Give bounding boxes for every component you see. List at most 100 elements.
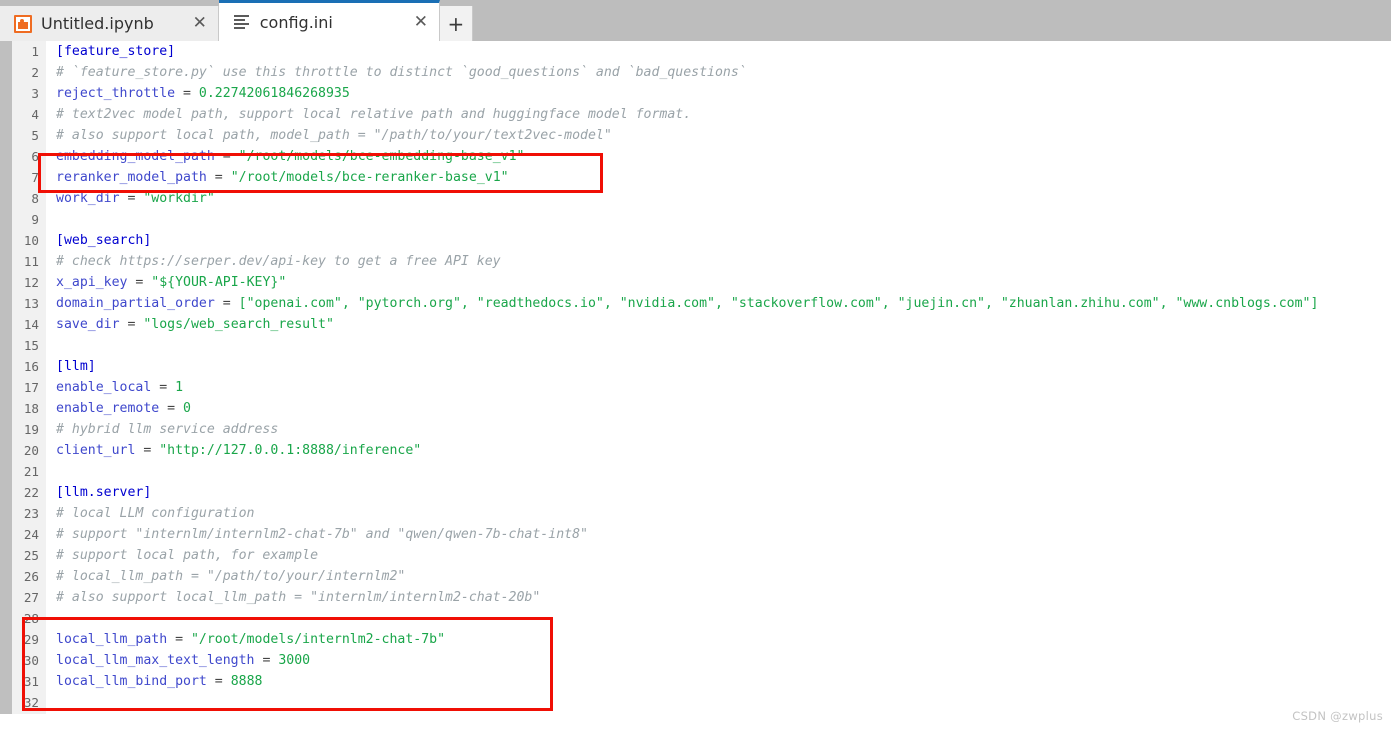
tab-untitled-ipynb[interactable]: Untitled.ipynb ✕: [0, 6, 219, 41]
code-line[interactable]: 5 # also support local path, model_path =…: [12, 125, 1391, 146]
code-editor[interactable]: 1 [feature_store] 2 # `feature_store.py` us…: [0, 41, 1391, 714]
tab-config-ini[interactable]: config.ini ✕: [218, 0, 440, 41]
token-val: "/root/models/bce-reranker-base_v1": [230, 170, 509, 185]
code-text[interactable]: domain_partial_order = ["openai.com", "p…: [46, 293, 1318, 314]
close-icon[interactable]: ✕: [403, 13, 439, 31]
code-line[interactable]: 14 save_dir = "logs/web_search_result": [12, 314, 1391, 335]
code-line[interactable]: 24 # support "internlm/internlm2-chat-7b"…: [12, 524, 1391, 545]
code-text[interactable]: # `feature_store.py` use this throttle t…: [46, 62, 747, 83]
code-text[interactable]: # also support local_llm_path = "internl…: [46, 587, 540, 608]
code-text[interactable]: embedding_model_path = "/root/models/bce…: [46, 146, 524, 167]
code-line[interactable]: 30 local_llm_max_text_length = 3000: [12, 650, 1391, 671]
line-number: 25: [23, 548, 39, 563]
code-line[interactable]: 21: [12, 461, 1391, 482]
code-text[interactable]: # support local path, for example: [46, 545, 318, 566]
code-text[interactable]: enable_remote = 0: [46, 398, 191, 419]
code-line[interactable]: 2 # `feature_store.py` use this throttle …: [12, 62, 1391, 83]
code-line[interactable]: 15: [12, 335, 1391, 356]
code-text[interactable]: [feature_store]: [46, 41, 175, 62]
code-line[interactable]: 27 # also support local_llm_path = "inter…: [12, 587, 1391, 608]
token-key: local_llm_bind_port: [56, 674, 207, 689]
code-line[interactable]: 10 [web_search]: [12, 230, 1391, 251]
code-line[interactable]: 7 reranker_model_path = "/root/models/bce…: [12, 167, 1391, 188]
code-line[interactable]: 20 client_url = "http://127.0.0.1:8888/in…: [12, 440, 1391, 461]
code-line[interactable]: 18 enable_remote = 0: [12, 398, 1391, 419]
code-line[interactable]: 9: [12, 209, 1391, 230]
code-line[interactable]: 22 [llm.server]: [12, 482, 1391, 503]
token-eq: =: [159, 401, 184, 416]
token-comment: # text2vec model path, support local rel…: [56, 107, 692, 122]
code-text[interactable]: [llm.server]: [46, 482, 151, 503]
code-text[interactable]: reranker_model_path = "/root/models/bce-…: [46, 167, 509, 188]
token-eq: =: [206, 674, 231, 689]
token-section: [llm.server]: [56, 485, 152, 500]
token-num: 1: [175, 380, 184, 395]
line-number: 29: [23, 632, 39, 647]
token-comment: # local_llm_path = "/path/to/your/intern…: [56, 569, 406, 584]
watermark: CSDN @zwplus: [1292, 709, 1383, 723]
code-line[interactable]: 13 domain_partial_order = ["openai.com", …: [12, 293, 1391, 314]
close-icon[interactable]: ✕: [182, 15, 218, 32]
token-key: local_llm_path: [56, 632, 168, 647]
code-text[interactable]: save_dir = "logs/web_search_result": [46, 314, 334, 335]
code-line[interactable]: 4 # text2vec model path, support local re…: [12, 104, 1391, 125]
code-text[interactable]: [llm]: [46, 356, 96, 377]
code-text[interactable]: # text2vec model path, support local rel…: [46, 104, 691, 125]
new-tab-button[interactable]: +: [439, 6, 473, 41]
code-line[interactable]: 31 local_llm_bind_port = 8888: [12, 671, 1391, 692]
code-line[interactable]: 23 # local LLM configuration: [12, 503, 1391, 524]
token-num: 8888: [230, 674, 263, 689]
token-section: [llm]: [56, 359, 96, 374]
line-number: 2: [31, 65, 39, 80]
line-number: 31: [23, 674, 39, 689]
code-text[interactable]: # support "internlm/internlm2-chat-7b" a…: [46, 524, 588, 545]
code-line[interactable]: 6 embedding_model_path = "/root/models/bc…: [12, 146, 1391, 167]
line-number: 7: [31, 170, 39, 185]
code-text[interactable]: local_llm_path = "/root/models/internlm2…: [46, 629, 445, 650]
code-line[interactable]: 26 # local_llm_path = "/path/to/your/inte…: [12, 566, 1391, 587]
line-number: 12: [23, 275, 39, 290]
token-val: "/root/models/internlm2-chat-7b": [190, 632, 446, 647]
code-line[interactable]: 3 reject_throttle = 0.22742061846268935: [12, 83, 1391, 104]
line-number: 5: [31, 128, 39, 143]
code-line[interactable]: 17 enable_local = 1: [12, 377, 1391, 398]
token-eq: =: [214, 149, 239, 164]
code-text[interactable]: # hybrid llm service address: [46, 419, 278, 440]
token-key: x_api_key: [56, 275, 128, 290]
code-line[interactable]: 19 # hybrid llm service address: [12, 419, 1391, 440]
code-text[interactable]: enable_local = 1: [46, 377, 183, 398]
code-text[interactable]: client_url = "http://127.0.0.1:8888/infe…: [46, 440, 421, 461]
code-line[interactable]: 16 [llm]: [12, 356, 1391, 377]
code-text[interactable]: local_llm_bind_port = 8888: [46, 671, 262, 692]
code-line[interactable]: 11 # check https://serper.dev/api-key to …: [12, 251, 1391, 272]
code-line[interactable]: 8 work_dir = "workdir": [12, 188, 1391, 209]
code-line[interactable]: 1 [feature_store]: [12, 41, 1391, 62]
code-line[interactable]: 12 x_api_key = "${YOUR-API-KEY}": [12, 272, 1391, 293]
line-number: 30: [23, 653, 39, 668]
code-text[interactable]: local_llm_max_text_length = 3000: [46, 650, 310, 671]
code-text[interactable]: x_api_key = "${YOUR-API-KEY}": [46, 272, 286, 293]
code-text[interactable]: # local_llm_path = "/path/to/your/intern…: [46, 566, 405, 587]
code-text[interactable]: work_dir = "workdir": [46, 188, 215, 209]
code-line[interactable]: 28: [12, 608, 1391, 629]
code-text[interactable]: # also support local path, model_path = …: [46, 125, 612, 146]
line-number: 24: [23, 527, 39, 542]
notebook-icon: [14, 14, 32, 33]
code-content[interactable]: 1 [feature_store] 2 # `feature_store.py` us…: [12, 41, 1391, 714]
token-key: enable_remote: [56, 401, 160, 416]
code-line[interactable]: 25 # support local path, for example: [12, 545, 1391, 566]
line-number: 15: [23, 338, 39, 353]
line-number: 14: [23, 317, 39, 332]
code-line[interactable]: 32: [12, 692, 1391, 713]
code-text[interactable]: # local LLM configuration: [46, 503, 255, 524]
line-number: 26: [23, 569, 39, 584]
token-val: ["openai.com", "pytorch.org", "readthedo…: [238, 296, 1319, 311]
code-text[interactable]: # check https://serper.dev/api-key to ge…: [46, 251, 501, 272]
token-comment: # check https://serper.dev/api-key to ge…: [56, 254, 501, 269]
code-text[interactable]: [web_search]: [46, 230, 151, 251]
code-line[interactable]: 29 local_llm_path = "/root/models/internl…: [12, 629, 1391, 650]
code-text[interactable]: reject_throttle = 0.22742061846268935: [46, 83, 350, 104]
token-comment: # local LLM configuration: [56, 506, 255, 521]
token-comment: # `feature_store.py` use this throttle t…: [56, 65, 747, 80]
token-key: reject_throttle: [56, 86, 176, 101]
